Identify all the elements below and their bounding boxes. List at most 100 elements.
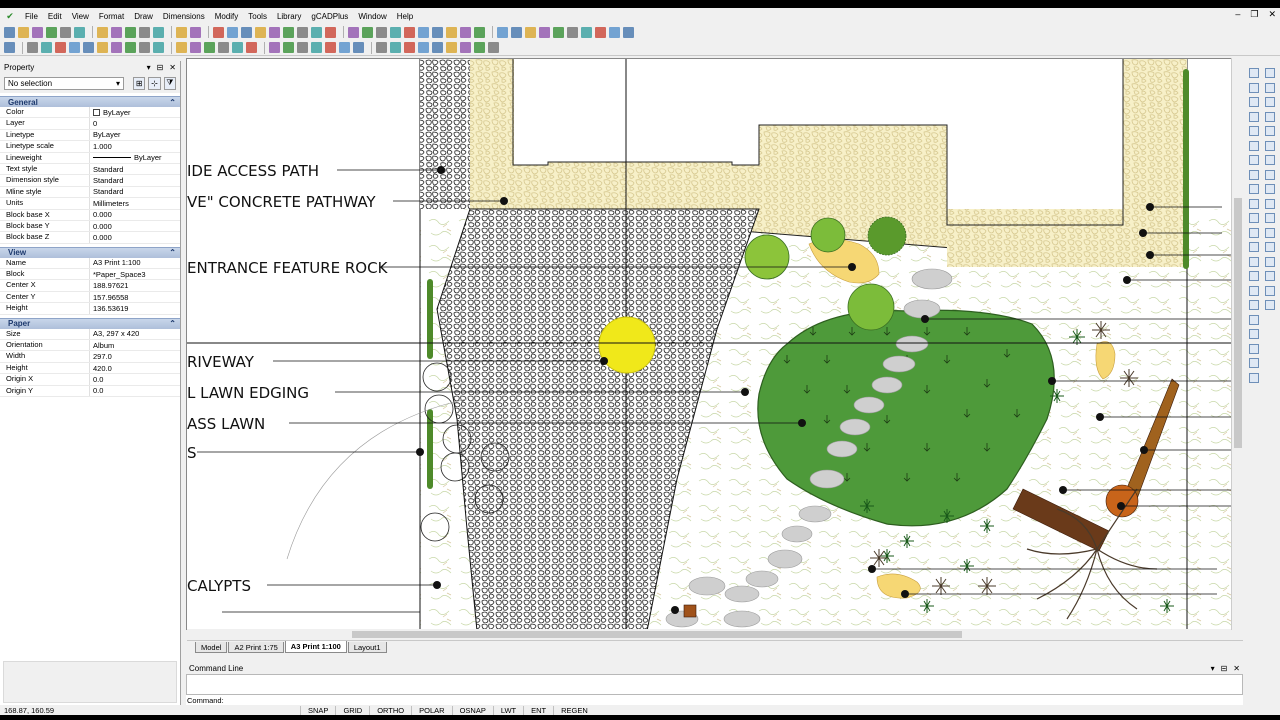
draw-tool-icon[interactable] (390, 42, 401, 53)
draw-tool-icon[interactable] (55, 42, 66, 53)
modify-tool-icon[interactable] (1265, 285, 1275, 296)
section-paper[interactable]: Paper ⌃ (0, 317, 180, 329)
draw-tool-icon[interactable] (404, 42, 415, 53)
menu-view[interactable]: View (67, 12, 94, 21)
property-value[interactable]: *Paper_Space3 (90, 269, 180, 279)
collapse-icon[interactable]: ⌃ (169, 248, 176, 257)
ent-toggle[interactable]: ENT (523, 705, 553, 715)
modify-tool-icon[interactable] (1249, 300, 1259, 310)
standard-tool-icon[interactable] (4, 26, 15, 38)
command-input[interactable]: Command: (186, 695, 1243, 705)
modify-tool-icon[interactable] (1265, 213, 1275, 223)
standard-tool-icon[interactable] (362, 26, 373, 38)
draw-tool-icon[interactable] (153, 42, 164, 53)
close-panel-icon[interactable]: ✕ (169, 63, 176, 72)
property-value[interactable]: 297.0 (90, 351, 180, 361)
property-value[interactable]: Standard (90, 175, 180, 185)
draw-tool-icon[interactable] (83, 42, 94, 53)
modify-tool-icon[interactable] (1265, 271, 1275, 281)
draw-tool-icon[interactable] (418, 42, 429, 53)
standard-tool-icon[interactable] (390, 26, 401, 38)
modify-tool-icon[interactable] (1249, 271, 1259, 281)
draw-tool-icon[interactable] (311, 42, 322, 53)
standard-tool-icon[interactable] (241, 26, 252, 38)
standard-tool-icon[interactable] (348, 26, 359, 38)
draw-tool-icon[interactable] (353, 42, 364, 53)
modify-tool-icon[interactable] (1265, 111, 1275, 122)
property-value[interactable]: A3, 297 x 420 (90, 329, 180, 339)
modify-tool-icon[interactable] (1265, 126, 1275, 136)
lwt-toggle[interactable]: LWT (492, 705, 523, 715)
standard-tool-icon[interactable] (404, 26, 415, 38)
quick-select-button[interactable]: ⊞ (133, 76, 146, 90)
drawing-canvas[interactable]: IDE ACCESS PATH VE" CONCRETE PATHWAY ENT… (186, 58, 1243, 630)
standard-tool-icon[interactable] (60, 26, 71, 38)
property-row[interactable]: Block base Y 0.000 (0, 220, 180, 233)
standard-tool-icon[interactable] (227, 26, 238, 38)
menu-draw[interactable]: Draw (129, 12, 158, 21)
menu-dimensions[interactable]: Dimensions (158, 12, 210, 21)
standard-tool-icon[interactable] (432, 26, 443, 38)
property-value[interactable]: Standard (90, 187, 180, 197)
property-row[interactable]: Height 420.0 (0, 362, 180, 375)
draw-tool-icon[interactable] (111, 42, 122, 53)
regen-toggle[interactable]: REGEN (553, 705, 595, 715)
draw-tool-icon[interactable] (190, 42, 201, 53)
property-value[interactable]: 136.53619 (90, 303, 180, 313)
draw-tool-icon[interactable] (474, 42, 485, 53)
property-row[interactable]: Origin X 0.0 (0, 374, 180, 386)
standard-tool-icon[interactable] (190, 26, 201, 38)
standard-tool-icon[interactable] (97, 26, 108, 38)
standard-tool-icon[interactable] (609, 26, 620, 38)
standard-tool-icon[interactable] (74, 26, 85, 38)
draw-tool-icon[interactable] (283, 42, 294, 53)
property-value[interactable]: ByLayer (90, 107, 180, 117)
standard-tool-icon[interactable] (567, 26, 578, 38)
standard-tool-icon[interactable] (325, 26, 336, 38)
menu-tools[interactable]: Tools (243, 12, 272, 21)
draw-tool-icon[interactable] (432, 42, 443, 53)
modify-tool-icon[interactable] (1249, 155, 1259, 165)
property-value[interactable]: 1.000 (90, 141, 180, 151)
property-row[interactable]: Block base Z 0.000 (0, 232, 180, 244)
dock-icon[interactable]: ⊟ (157, 63, 164, 72)
property-value[interactable]: ByLayer (90, 153, 180, 163)
modify-tool-icon[interactable] (1265, 198, 1275, 209)
property-row[interactable]: Center Y 157.96558 (0, 291, 180, 304)
draw-tool-icon[interactable] (139, 42, 150, 53)
property-value[interactable]: ByLayer (90, 130, 180, 140)
polar-toggle[interactable]: POLAR (411, 705, 451, 715)
dock-icon[interactable]: ⊟ (1221, 664, 1228, 673)
menu-file[interactable]: File (20, 12, 43, 21)
menu-modify[interactable]: Modify (210, 12, 244, 21)
select-objects-button[interactable]: ⊹ (148, 76, 161, 90)
standard-tool-icon[interactable] (46, 26, 57, 38)
modify-tool-icon[interactable] (1249, 140, 1259, 151)
draw-tool-icon[interactable] (232, 42, 243, 53)
modify-tool-icon[interactable] (1265, 256, 1275, 267)
modify-tool-icon[interactable] (1249, 329, 1259, 339)
property-value[interactable]: A3 Print 1:100 (90, 258, 180, 268)
modify-tool-icon[interactable] (1249, 126, 1259, 136)
property-row[interactable]: Size A3, 297 x 420 (0, 328, 180, 341)
property-row[interactable]: Lineweight ByLayer (0, 152, 180, 164)
menu-help[interactable]: Help (392, 12, 418, 21)
draw-tool-icon[interactable] (460, 42, 471, 53)
standard-tool-icon[interactable] (474, 26, 485, 38)
ortho-toggle[interactable]: ORTHO (369, 705, 411, 715)
modify-tool-icon[interactable] (1249, 111, 1259, 122)
standard-tool-icon[interactable] (311, 26, 322, 38)
property-row[interactable]: Block base X 0.000 (0, 209, 180, 221)
modify-tool-icon[interactable] (1265, 242, 1275, 252)
draw-tool-icon[interactable] (176, 42, 187, 53)
property-row[interactable]: Origin Y 0.0 (0, 385, 180, 397)
osnap-toggle[interactable]: OSNAP (451, 705, 493, 715)
standard-tool-icon[interactable] (269, 26, 280, 38)
modify-tool-icon[interactable] (1249, 242, 1259, 252)
modify-tool-icon[interactable] (1249, 82, 1259, 93)
modify-tool-icon[interactable] (1249, 343, 1259, 354)
modify-tool-icon[interactable] (1265, 227, 1275, 238)
modify-tool-icon[interactable] (1249, 358, 1259, 368)
modify-tool-icon[interactable] (1265, 68, 1275, 78)
standard-tool-icon[interactable] (418, 26, 429, 38)
